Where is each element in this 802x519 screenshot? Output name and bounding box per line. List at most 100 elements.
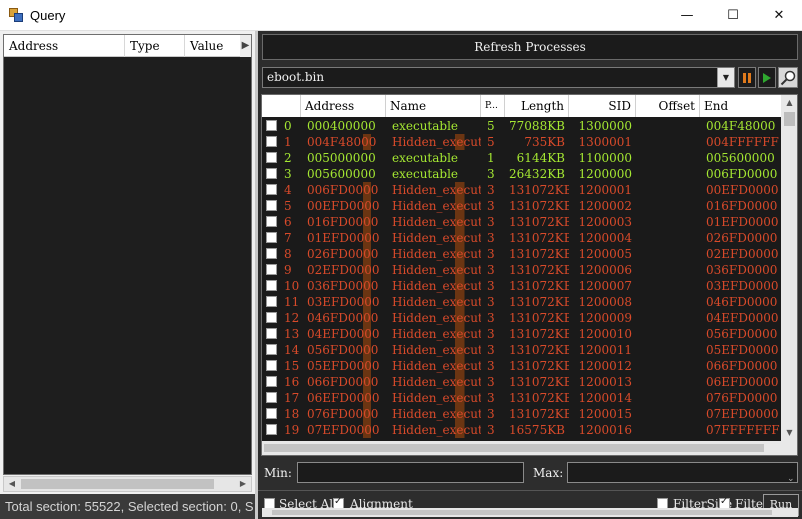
scrollbar-thumb[interactable] [21,479,214,489]
cell-index: 14 [284,343,300,357]
chevron-down-icon[interactable]: ▼ [717,68,734,87]
table-row[interactable]: 4 006FD0000Hidden_execut... 3 131072KB 12000… [262,182,781,198]
row-checkbox[interactable] [266,152,277,163]
table-row[interactable]: 1304EFD0000Hidden_execut... 3 131072KB 1200… [262,326,781,342]
row-checkbox[interactable] [266,232,277,243]
row-checkbox[interactable] [266,408,277,419]
column-address[interactable]: Address [4,35,125,57]
cell-end: 066FD0000 [706,359,778,373]
close-button[interactable]: ✕ [756,0,802,31]
table-row[interactable]: 1505EFD0000Hidden_execut... 3 131072KB 1200… [262,358,781,374]
scrollbar-thumb[interactable] [272,510,772,515]
row-checkbox[interactable] [266,312,277,323]
cell-length: 131072KB [509,247,569,261]
row-checkbox[interactable] [266,392,277,403]
results-list[interactable]: Address Type Value ▶ [3,34,252,475]
cell-sid: 1200007 [578,279,632,293]
cell-protection: 3 [487,199,495,213]
row-checkbox[interactable] [266,216,277,227]
row-checkbox[interactable] [266,264,277,275]
scroll-right-icon[interactable]: ▶ [235,477,251,491]
window-title: Query [30,8,66,23]
row-checkbox[interactable] [266,328,277,339]
scroll-up-icon[interactable]: ▲ [781,95,797,111]
cell-sid: 1200011 [578,343,632,357]
table-row[interactable]: 5 00EFD0000Hidden_execut... 3 131072KB 12000… [262,198,781,214]
scroll-left-icon[interactable]: ◀ [4,477,20,491]
row-checkbox[interactable] [266,200,277,211]
row-checkbox[interactable] [266,184,277,195]
header-scroll-right-icon[interactable]: ▶ [240,35,251,57]
row-checkbox[interactable] [266,168,277,179]
table-row[interactable]: 16066FD0000Hidden_execut... 3 131072KB 1200… [262,374,781,390]
cell-length: 16575KB [509,423,565,437]
refresh-processes-button[interactable]: Refresh Processes [262,34,798,60]
min-input[interactable] [297,462,524,483]
column-type[interactable]: Type [125,35,185,57]
min-label: Min: [264,466,292,480]
column-end[interactable]: End [700,95,781,117]
scroll-down-icon[interactable]: ▼ [781,425,797,441]
cell-index: 11 [284,295,300,309]
cell-sid: 1200006 [578,263,632,277]
column-sid[interactable]: SID [569,95,636,117]
maximize-button[interactable]: ☐ [710,0,756,31]
row-checkbox[interactable] [266,280,277,291]
cell-protection: 3 [487,311,495,325]
minimize-button[interactable]: — [664,0,710,31]
table-row[interactable]: 1 004F48000Hidden_execut... 5 735KB 1300001 0… [262,134,781,150]
table-row[interactable]: 1907EFD0000Hidden_execut... 3 16575KB 12000… [262,422,781,438]
resize-grip-icon[interactable]: ⌄ [787,474,799,486]
column-length[interactable]: Length [505,95,569,117]
column-address[interactable]: Address [301,95,386,117]
table-row[interactable]: 3 005600000 executable 3 26432KB 1200000 006FD… [262,166,781,182]
row-checkbox[interactable] [266,248,277,259]
row-checkbox[interactable] [266,344,277,355]
bottom-horizontal-scrollbar[interactable] [262,508,798,517]
table-row[interactable]: 6 016FD0000Hidden_execut... 3 131072KB 12000… [262,214,781,230]
cell-offset [636,310,700,326]
cell-offset [636,246,700,262]
scrollbar-thumb[interactable] [264,444,764,452]
row-checkbox[interactable] [266,376,277,387]
table-row[interactable]: 2 005000000 executable 1 6144KB 1100000 005600… [262,150,781,166]
cell-length: 131072KB [509,359,569,373]
column-protection[interactable]: P... [481,95,505,117]
play-button[interactable] [758,67,776,88]
row-checkbox[interactable] [266,424,277,435]
cell-index: 16 [284,375,300,389]
row-checkbox[interactable] [266,120,277,131]
status-text: Total section: 55522, Selected section: … [0,494,255,519]
results-horizontal-scrollbar[interactable]: ◀ ▶ [3,476,252,492]
cell-end: 04EFD0000 [706,311,779,325]
cell-index: 18 [284,407,300,421]
table-row[interactable]: 10036FD0000Hidden_execut... 3 131072KB 1200… [262,278,781,294]
cell-length: 26432KB [509,167,565,181]
row-checkbox[interactable] [266,136,277,147]
table-row[interactable]: 18076FD0000Hidden_execut... 3 131072KB 1200… [262,406,781,422]
table-vertical-scrollbar[interactable]: ▲ ▼ [781,95,797,441]
table-horizontal-scrollbar[interactable] [262,441,781,455]
cell-end: 006FD0000 [706,167,778,181]
table-row[interactable]: 9 02EFD0000Hidden_execut... 3 131072KB 12000… [262,262,781,278]
table-row[interactable]: 1103EFD0000Hidden_execut... 3 131072KB 1200… [262,294,781,310]
table-row[interactable]: 7 01EFD0000Hidden_execut... 3 131072KB 12000… [262,230,781,246]
column-offset[interactable]: Offset [636,95,700,117]
cell-length: 131072KB [509,327,569,341]
process-select[interactable]: eboot.bin ▼ [262,67,735,88]
scrollbar-thumb[interactable] [784,112,795,126]
table-row[interactable]: 12046FD0000Hidden_execut... 3 131072KB 1200… [262,310,781,326]
column-value[interactable]: Value [185,35,240,57]
row-checkbox[interactable] [266,296,277,307]
pause-button[interactable] [738,67,756,88]
row-checkbox[interactable] [266,360,277,371]
max-input[interactable] [567,462,798,483]
table-row[interactable]: 8 026FD0000Hidden_execut... 3 131072KB 12000… [262,246,781,262]
column-name[interactable]: Name [386,95,481,117]
search-button[interactable] [778,67,798,88]
sections-table[interactable]: Address Name P... Length SID Offset End … [261,94,798,456]
column-check[interactable] [262,95,301,117]
table-row[interactable]: 14056FD0000Hidden_execut... 3 131072KB 1200… [262,342,781,358]
table-row[interactable]: 0 000400000 executable 5 77088KB 1300000 004F4… [262,118,781,134]
table-row[interactable]: 1706EFD0000Hidden_execut... 3 131072KB 1200… [262,390,781,406]
